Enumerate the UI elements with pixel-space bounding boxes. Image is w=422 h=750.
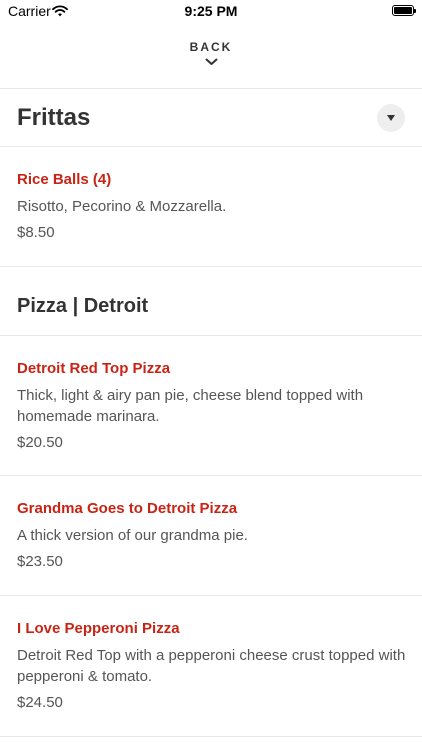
divider — [0, 88, 422, 89]
status-bar: Carrier 9:25 PM — [0, 0, 422, 24]
section-collapse-button[interactable] — [377, 104, 405, 132]
item-description: Thick, light & airy pan pie, cheese blen… — [17, 387, 364, 425]
item-description: Risotto, Pecorino & Mozzarella. — [17, 198, 227, 215]
section-title-pizza-detroit: Pizza | Detroit — [17, 295, 149, 317]
item-price: $23.50 — [17, 553, 63, 570]
item-name: I Love Pepperoni Pizza — [17, 620, 180, 637]
divider — [0, 595, 422, 596]
item-price: $24.50 — [17, 694, 63, 711]
divider — [0, 335, 422, 336]
battery-icon — [392, 5, 416, 16]
divider — [0, 475, 422, 476]
item-name: Detroit Red Top Pizza — [17, 360, 171, 377]
item-name: Rice Balls (4) — [17, 171, 112, 188]
menu-item-i-love-pepperoni[interactable]: I Love Pepperoni Pizza Detroit Red Top w… — [17, 619, 407, 713]
item-description: A thick version of our grandma pie. — [17, 527, 248, 544]
item-name: Grandma Goes to Detroit Pizza — [17, 500, 238, 517]
menu-item-rice-balls[interactable]: Rice Balls (4) Risotto, Pecorino & Mozza… — [17, 170, 407, 243]
status-time: 9:25 PM — [184, 3, 238, 19]
menu-item-grandma-goes-to-detroit[interactable]: Grandma Goes to Detroit Pizza A thick ve… — [17, 499, 407, 572]
back-button[interactable]: BACK — [0, 36, 422, 80]
chevron-down-icon — [205, 58, 217, 65]
item-description: Detroit Red Top with a pepperoni cheese … — [17, 647, 406, 685]
divider — [0, 146, 422, 147]
divider — [0, 266, 422, 267]
menu-item-detroit-red-top[interactable]: Detroit Red Top Pizza Thick, light & air… — [17, 359, 407, 453]
triangle-down-icon — [387, 115, 395, 121]
item-price: $20.50 — [17, 434, 63, 451]
item-price: $8.50 — [17, 224, 55, 241]
divider — [0, 736, 422, 737]
section-title-frittas: Frittas — [17, 104, 91, 131]
back-label: BACK — [189, 40, 233, 54]
